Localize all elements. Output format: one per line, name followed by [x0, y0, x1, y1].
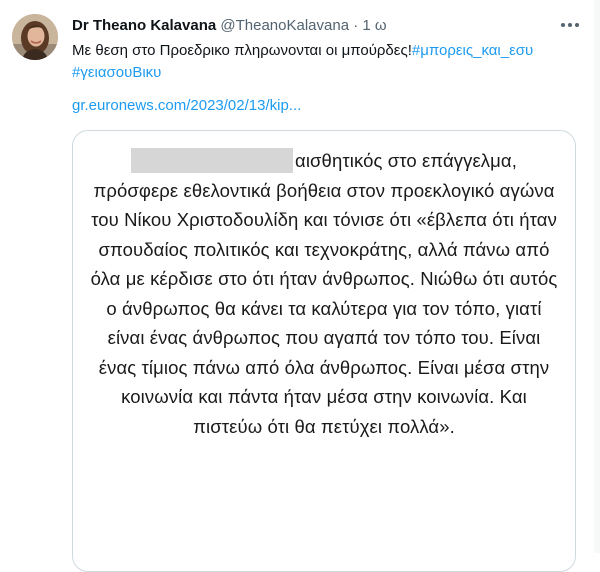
more-horizontal-icon — [560, 23, 581, 27]
author-name[interactable]: Dr Theano Kalavana — [72, 17, 216, 34]
article-link[interactable]: gr.euronews.com/2023/02/13/kip... — [72, 97, 301, 114]
hashtag-link[interactable]: #γειασουΒικυ — [72, 64, 161, 81]
link-preview-card[interactable]: αισθητικός στο επάγγελμα, πρόσφερε εθελο… — [72, 130, 576, 572]
author-handle[interactable]: @TheanoKalavana — [220, 17, 349, 34]
redacted-block — [131, 148, 294, 173]
tweet-header: Dr Theano Kalavana @TheanoKalavana · 1 ω — [72, 16, 542, 36]
article-text: αισθητικός στο επάγγελμα, πρόσφερε εθελο… — [90, 150, 558, 437]
profile-photo — [12, 14, 58, 60]
more-options-button[interactable] — [556, 14, 584, 36]
tweet-body: Με θεση στο Προεδρικο πληρωνονται οι μπο… — [72, 42, 412, 59]
separator-dot: · — [353, 17, 359, 34]
timestamp[interactable]: 1 ω — [362, 17, 386, 34]
avatar[interactable] — [12, 14, 58, 60]
hashtag-link[interactable]: #μπορεις_και_εσυ — [412, 42, 533, 59]
tweet-text: Με θεση στο Προεδρικο πληρωνονται οι μπο… — [72, 40, 572, 84]
tweet[interactable]: Dr Theano Kalavana @TheanoKalavana · 1 ω… — [0, 0, 600, 572]
scrollbar[interactable] — [594, 0, 600, 553]
article-excerpt: αισθητικός στο επάγγελμα, πρόσφερε εθελο… — [89, 146, 559, 441]
